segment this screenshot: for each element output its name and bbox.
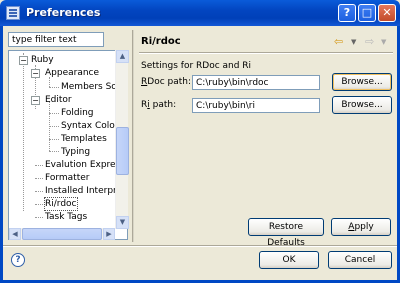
tree-item-ri-rdoc[interactable]: Ri/rdoc [44,197,78,211]
ri-path-label: Ri path: [141,100,176,110]
rdoc-browse-button[interactable]: Browse... [332,73,392,91]
tree-guide-line [49,87,59,88]
forward-menu-icon[interactable]: ▼ [381,38,386,46]
scroll-up-arrow-icon[interactable]: ▲ [116,50,129,63]
scroll-down-arrow-icon[interactable]: ▼ [116,216,129,229]
scroll-thumb[interactable] [116,127,129,175]
tree-vertical-scrollbar[interactable]: ▲ ▼ [115,50,129,229]
settings-group-title: Settings for RDoc and Ri [141,61,252,71]
tree-item-installed-interpreters[interactable]: Installed Interpre [45,185,122,197]
tree-item-label: Templates [61,134,107,144]
tree-collapse-editor-icon[interactable]: − [31,96,40,105]
tree-horizontal-scrollbar[interactable]: ◀ ▶ [9,228,115,240]
preferences-tree: − Ruby − Appearance Members Sort − Edito… [8,50,128,240]
forward-arrow-icon[interactable]: ⇨ [365,35,374,48]
tree-item-formatter[interactable]: Formatter [45,172,89,184]
tree-item-folding[interactable]: Folding [61,107,94,119]
tree-item-label: Ri/rdoc [44,197,78,211]
panel-splitter[interactable] [132,30,134,242]
cancel-button[interactable]: Cancel [328,251,392,269]
window-title: Preferences [26,6,101,19]
scroll-thumb[interactable] [22,228,102,240]
tree-guide-line [49,139,59,140]
tree-item-syntax-coloring[interactable]: Syntax Colori [61,120,121,132]
tree-item-label: Ruby [31,55,54,65]
help-title-button[interactable]: ? [338,4,356,22]
apply-button[interactable]: Apply [331,218,391,236]
label-text: path: [149,100,177,110]
tree-item-typing[interactable]: Typing [61,146,90,158]
title-separator [139,52,393,54]
tree-guide-line [49,126,59,127]
page-title: Ri/rdoc [141,36,181,47]
scroll-left-arrow-icon[interactable]: ◀ [9,228,21,240]
tree-guide-line [35,217,43,218]
tree-guide-line [49,151,59,152]
tree-item-templates[interactable]: Templates [61,133,107,145]
tree-guide-line [23,53,24,211]
rdoc-path-input[interactable] [192,75,320,90]
preferences-window-icon [6,6,20,20]
restore-defaults-button[interactable]: Restore Defaults [248,218,324,248]
tree-item-label: Folding [61,108,94,118]
back-menu-icon[interactable]: ▼ [351,38,356,46]
button-text: Restore [268,222,304,232]
tree-item-label: Typing [61,147,91,157]
question-circle-icon[interactable]: ? [11,253,25,267]
tree-item-label: Appearance [45,68,100,78]
tree-guide-line [49,113,59,114]
tree-item-label: Evalution Express [45,160,125,170]
scroll-right-arrow-icon[interactable]: ▶ [103,228,115,240]
ok-button[interactable]: OK [259,251,319,269]
tree-item-appearance[interactable]: Appearance [45,67,99,79]
tree-item-evaluation-expressions[interactable]: Evalution Express [45,159,125,171]
rdoc-path-label: RDoc path: [141,77,191,87]
tree-item-editor[interactable]: Editor [45,94,72,106]
tree-item-label: Installed Interpre [45,186,123,196]
tree-guide-line [35,165,43,166]
tree-item-label: Syntax Colori [61,121,121,131]
close-button[interactable]: ✕ [378,4,396,22]
tree-collapse-appearance-icon[interactable]: − [31,69,40,78]
maximize-button[interactable]: □ [358,4,376,22]
ri-browse-button[interactable]: Browse... [332,96,392,114]
tree-guide-line [35,191,43,192]
tree-item-label: Task Tags [45,212,88,222]
back-arrow-icon[interactable]: ⇦ [334,35,343,48]
ri-path-input[interactable] [192,98,320,113]
tree-guide-line [35,204,43,205]
label-text: Doc path: [147,77,192,87]
tree-guide-line [35,178,43,179]
button-text: pply [354,222,374,232]
tree-item-task-tags[interactable]: Task Tags [45,211,87,223]
footer-separator [3,245,397,247]
tree-item-label: Editor [45,95,72,105]
tree-item-ruby[interactable]: Ruby [31,54,54,66]
filter-input[interactable] [8,32,104,47]
tree-item-label: Formatter [45,173,90,183]
tree-collapse-ruby-icon[interactable]: − [19,56,28,65]
title-bar: Preferences ? □ ✕ [0,0,400,26]
